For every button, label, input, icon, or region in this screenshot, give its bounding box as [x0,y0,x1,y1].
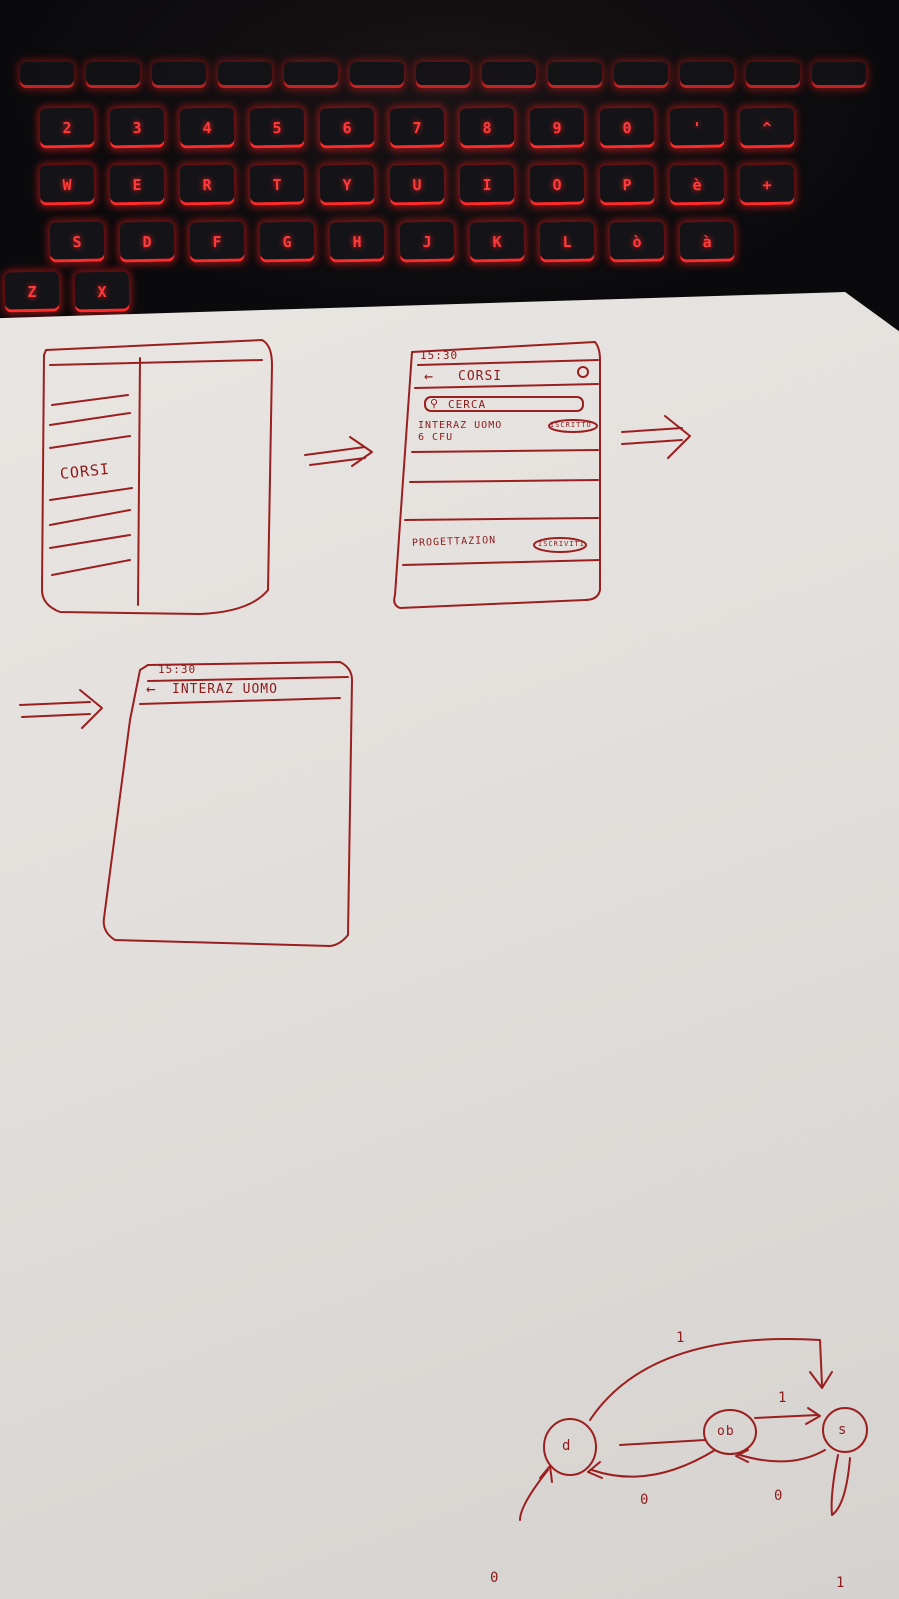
edge-label: 1 [778,1390,788,1406]
sketch2-item1-sub: 6 CFU [418,432,454,443]
sketch-drawings [19,339,868,1521]
sketch3-header: INTERAZ UOMO [172,682,278,697]
sketch2-item1-badge: ISCRITTO [550,421,592,429]
state-node-ob: ob [717,1424,735,1439]
search-icon: ⚲ [430,397,440,410]
state-node-s: s [838,1422,848,1438]
sketch2-item2-badge: ISCRIVITI [538,540,585,548]
sketch3-status: 15:30 [158,663,197,676]
edge-label: 0 [640,1492,650,1508]
state-diagram [519,1338,868,1521]
sketch2-back-icon: ← [424,367,435,385]
sketch2-status: 15:30 [420,349,459,362]
edge-label: 0 [774,1488,784,1504]
sketch2-header: CORSI [458,369,503,384]
edge-label: 1 [676,1330,686,1346]
sketch2-item1-title: INTERAZ UOMO [418,420,503,431]
edge-label: 0 [490,1570,500,1586]
sketch3-back-icon: ← [146,679,157,698]
sketch3-frame [102,661,353,947]
state-node-d: d [562,1438,572,1454]
edge-label: 1 [836,1575,846,1591]
sketch2-search: CERCA [448,398,487,411]
